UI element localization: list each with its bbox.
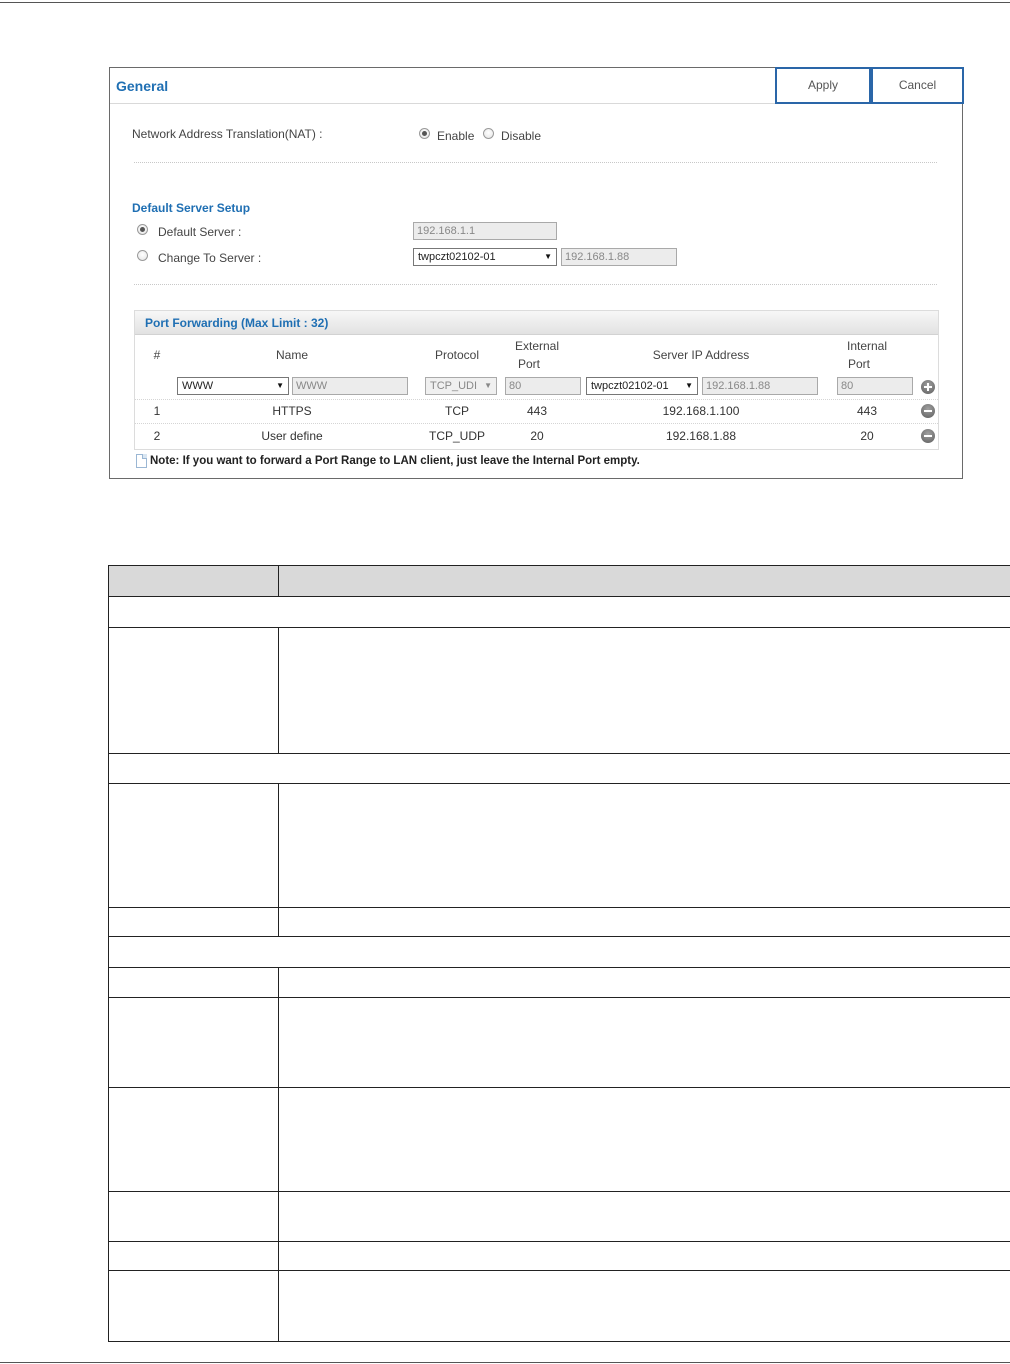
column-divider [278, 627, 279, 753]
row-protocol: TCP [445, 404, 469, 418]
note-icon [136, 454, 147, 468]
col-header-protocol: Protocol [434, 348, 480, 362]
new-entry-name-select-value: WWW [182, 380, 214, 392]
description-table [108, 565, 1010, 1342]
new-entry-protocol-select[interactable]: TCP_UDI ▼ [425, 377, 497, 395]
row-divider [109, 783, 1010, 784]
row-divider [109, 997, 1010, 998]
row-divider [109, 627, 1010, 628]
nat-disable-label: Disable [501, 129, 542, 143]
apply-button[interactable]: Apply [775, 67, 871, 104]
change-to-server-radio[interactable] [137, 250, 148, 261]
row-num: 2 [153, 429, 161, 443]
minus-circle-icon[interactable] [921, 429, 935, 443]
row-server-ip: 192.168.1.88 [665, 429, 737, 443]
row-divider [109, 753, 1010, 754]
change-to-server-ip-field[interactable]: 192.168.1.88 [561, 248, 677, 266]
column-divider [278, 967, 279, 1342]
page-top-rule [0, 2, 1010, 3]
minus-circle-icon[interactable] [921, 404, 935, 418]
divider [134, 162, 937, 163]
new-entry-server-ip-field[interactable]: 192.168.1.88 [702, 377, 818, 395]
port-forwarding-header-bar: Port Forwarding (Max Limit : 32) [135, 311, 938, 335]
col-header-external-port-line1: External [514, 339, 560, 353]
new-entry-server-select-value: twpczt02102-01 [591, 380, 669, 392]
col-header-internal-port: Internal Port [831, 337, 903, 373]
new-entry-name-select[interactable]: WWW ▼ [177, 377, 289, 395]
nat-label: Network Address Translation(NAT) : [132, 127, 323, 141]
col-header-external-port-line2: Port [517, 357, 540, 371]
plus-circle-icon[interactable] [921, 380, 935, 394]
chevron-down-icon: ▼ [544, 252, 552, 261]
row-separator [135, 399, 938, 400]
row-server-ip: 192.168.1.100 [662, 404, 740, 418]
change-to-server-label: Change To Server : [158, 251, 262, 265]
row-divider [109, 1270, 1010, 1271]
default-server-label: Default Server : [158, 225, 242, 239]
cancel-button[interactable]: Cancel [871, 67, 964, 104]
nat-enable-radio[interactable] [419, 128, 430, 139]
row-num: 1 [153, 404, 161, 418]
col-header-external-port: External Port [501, 337, 573, 373]
description-table-header [109, 566, 1010, 597]
new-entry-name-field[interactable]: WWW [292, 377, 408, 395]
row-divider [109, 1191, 1010, 1192]
chevron-down-icon: ▼ [685, 381, 693, 390]
row-external-port: 20 [530, 429, 544, 443]
row-internal-port: 20 [860, 429, 874, 443]
panel-title: General [116, 78, 169, 94]
row-name: User define [261, 429, 323, 443]
new-entry-protocol-value: TCP_UDI [430, 380, 478, 392]
row-protocol: TCP_UDP [428, 429, 485, 443]
row-separator [135, 423, 938, 424]
row-name: HTTPS [272, 404, 312, 418]
change-to-server-select[interactable]: twpczt02102-01 ▼ [413, 248, 557, 266]
change-to-server-select-value: twpczt02102-01 [418, 251, 496, 263]
row-internal-port: 443 [856, 404, 878, 418]
port-forwarding-table: Port Forwarding (Max Limit : 32) # Name … [134, 310, 939, 450]
column-divider [278, 783, 279, 936]
column-divider [278, 566, 279, 597]
note-text: Note: If you want to forward a Port Rang… [150, 455, 640, 467]
divider [134, 284, 937, 285]
default-server-setup-title: Default Server Setup [132, 201, 251, 215]
chevron-down-icon: ▼ [276, 381, 284, 390]
col-header-name: Name [275, 348, 308, 362]
port-forwarding-title: Port Forwarding (Max Limit : 32) [145, 316, 329, 330]
nat-enable-label: Enable [437, 129, 475, 143]
general-panel: General Apply Cancel Network Address Tra… [109, 67, 964, 479]
row-divider [109, 907, 1010, 908]
default-server-radio[interactable] [137, 224, 148, 235]
nat-disable-radio[interactable] [483, 128, 494, 139]
row-divider [109, 1241, 1010, 1242]
row-divider [109, 936, 1010, 937]
col-header-internal-port-line2: Port [847, 357, 870, 371]
page-bottom-rule [0, 1362, 1010, 1363]
row-external-port: 443 [526, 404, 548, 418]
row-divider [109, 1087, 1010, 1088]
col-header-server-ip: Server IP Address [652, 348, 750, 362]
col-header-internal-port-line1: Internal [846, 339, 888, 353]
row-divider [109, 967, 1010, 968]
col-header-num: # [153, 348, 161, 362]
new-entry-external-port-field[interactable]: 80 [505, 377, 581, 395]
new-entry-server-select[interactable]: twpczt02102-01 ▼ [586, 377, 698, 395]
new-entry-internal-port-field[interactable]: 80 [837, 377, 913, 395]
chevron-down-icon: ▼ [484, 381, 492, 390]
default-server-field[interactable]: 192.168.1.1 [413, 222, 557, 240]
